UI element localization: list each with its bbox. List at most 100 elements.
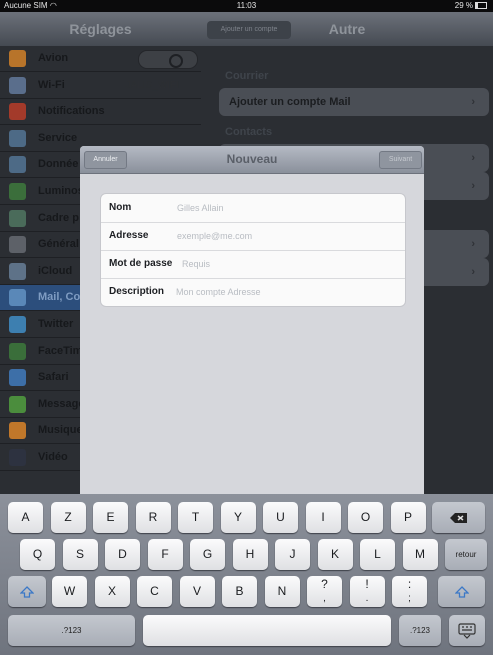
numbers-key[interactable]: .?123	[8, 615, 135, 646]
airplane-mode-toggle[interactable]	[138, 50, 198, 69]
sidebar-item-label: Luminos	[38, 185, 84, 197]
clock: 11:03	[236, 1, 257, 10]
sidebar-item-label: Cadre p	[38, 211, 79, 224]
sidebar-item-label: Notifications	[38, 105, 105, 118]
sidebar-item-label: Général	[38, 238, 79, 251]
section-header-contacts: Contacts	[225, 126, 273, 138]
shift-icon	[454, 585, 469, 598]
key-i[interactable]: I	[305, 502, 341, 533]
email-field[interactable]	[177, 228, 397, 244]
key-e[interactable]: E	[93, 502, 128, 533]
key-s[interactable]: S	[62, 539, 98, 570]
name-row: Nom	[101, 194, 405, 223]
detail-nav-bar: Ajouter un compte Autre	[201, 12, 493, 46]
key-w[interactable]: W	[52, 576, 87, 607]
cancel-button[interactable]: Annuler	[84, 151, 127, 169]
notifications-icon	[9, 103, 26, 121]
battery-indicator: 29 %	[455, 0, 487, 12]
section-header-mail: Courrier	[225, 70, 269, 82]
sidebar-item-label: iCloud	[38, 264, 73, 277]
chevron-right-icon: ›	[471, 180, 475, 192]
numbers-key[interactable]: .?123	[399, 615, 441, 646]
key-x[interactable]: X	[94, 576, 130, 607]
key-t[interactable]: T	[178, 502, 213, 533]
description-label: Description	[109, 286, 165, 297]
shift-icon	[20, 585, 34, 598]
sidebar-item-label: Service	[38, 131, 78, 144]
key-y[interactable]: Y	[220, 502, 256, 533]
key-bottom-glyph: ;	[408, 593, 411, 604]
name-field[interactable]	[177, 200, 397, 216]
key-p[interactable]: P	[390, 502, 426, 533]
email-row: Adresse	[101, 222, 405, 251]
password-row: Mot de passe	[101, 250, 405, 279]
shift-key[interactable]	[8, 576, 46, 607]
chevron-right-icon: ›	[471, 152, 475, 164]
return-key[interactable]: retour	[445, 539, 487, 570]
delete-icon	[449, 512, 467, 523]
sidebar-item-label: Message	[38, 397, 85, 410]
sidebar-item[interactable]: Wi-Fi JALIS_WIFI	[0, 73, 201, 99]
next-button[interactable]: Suivant	[379, 151, 422, 169]
key-d[interactable]: D	[105, 539, 140, 570]
key-k[interactable]: K	[317, 539, 353, 570]
key-u[interactable]: U	[263, 502, 298, 533]
password-label: Mot de passe	[109, 258, 173, 269]
description-field[interactable]	[176, 284, 397, 300]
sidebar-item[interactable]: Notifications	[0, 99, 201, 126]
carrier-service-icon	[9, 129, 26, 147]
key-h[interactable]: H	[232, 539, 268, 570]
sidebar-item-label: Avion	[38, 52, 69, 64]
chevron-right-icon: ›	[471, 238, 475, 250]
dialog-title: Nouveau	[226, 152, 278, 166]
key-f[interactable]: F	[147, 539, 183, 570]
key-v[interactable]: V	[179, 576, 215, 607]
key-z[interactable]: Z	[50, 502, 86, 533]
key-b[interactable]: B	[222, 576, 257, 607]
sidebar-item[interactable]: Avion	[0, 46, 201, 72]
hide-keyboard-key[interactable]	[449, 615, 485, 646]
cloud-icon	[9, 262, 26, 280]
key-r[interactable]: R	[135, 502, 171, 533]
key-punctuation[interactable]: ?,	[307, 576, 342, 607]
key-m[interactable]: M	[402, 539, 438, 570]
sidebar-item-label: FaceTim	[38, 344, 83, 357]
name-label: Nom	[109, 202, 132, 213]
sidebar-item-label: Wi-Fi	[38, 78, 65, 91]
space-key[interactable]	[143, 615, 391, 646]
picture-frame-icon	[9, 209, 26, 227]
key-o[interactable]: O	[348, 502, 383, 533]
email-label: Adresse	[109, 230, 149, 241]
key-bottom-glyph: .	[365, 593, 369, 604]
new-account-dialog: Nouveau Annuler Suivant Nom Adresse Mot …	[80, 146, 424, 526]
dialog-nav-bar: Nouveau Annuler Suivant	[80, 146, 424, 174]
password-field[interactable]	[182, 256, 397, 272]
key-g[interactable]: G	[190, 539, 225, 570]
add-mail-account-cell[interactable]: Ajouter un compte Mail ›	[219, 88, 489, 116]
mail-icon	[9, 289, 26, 307]
chevron-right-icon: ›	[471, 96, 475, 108]
add-mail-account-label: Ajouter un compte Mail	[229, 96, 351, 108]
detail-title: Autre	[328, 21, 366, 37]
onscreen-keyboard: A Z E R T Y U I O P Q S D F G H J K L Mretour W X C V B N?,!.:;.?…	[0, 494, 493, 655]
delete-key[interactable]	[432, 502, 485, 533]
sidebar-item-label: Mail, Co	[38, 291, 81, 304]
key-j[interactable]: J	[275, 539, 310, 570]
description-row: Description	[101, 278, 405, 306]
key-q[interactable]: Q	[20, 539, 55, 570]
cellular-data-icon	[9, 156, 26, 174]
key-n[interactable]: N	[264, 576, 300, 607]
key-punctuation[interactable]: !.	[349, 576, 385, 607]
gear-icon	[9, 236, 26, 254]
brightness-icon	[9, 183, 26, 200]
key-c[interactable]: C	[137, 576, 172, 607]
sidebar-item-label: Twitter	[38, 318, 74, 330]
key-l[interactable]: L	[360, 539, 395, 570]
key-a[interactable]: A	[8, 502, 43, 533]
sidebar-item-value: JALIS_WIFI	[125, 79, 179, 91]
facetime-icon	[9, 342, 26, 360]
key-punctuation[interactable]: :;	[392, 576, 427, 607]
messages-icon	[9, 395, 26, 413]
sidebar-item-label: Donnée	[38, 158, 79, 171]
shift-key[interactable]	[438, 576, 485, 607]
